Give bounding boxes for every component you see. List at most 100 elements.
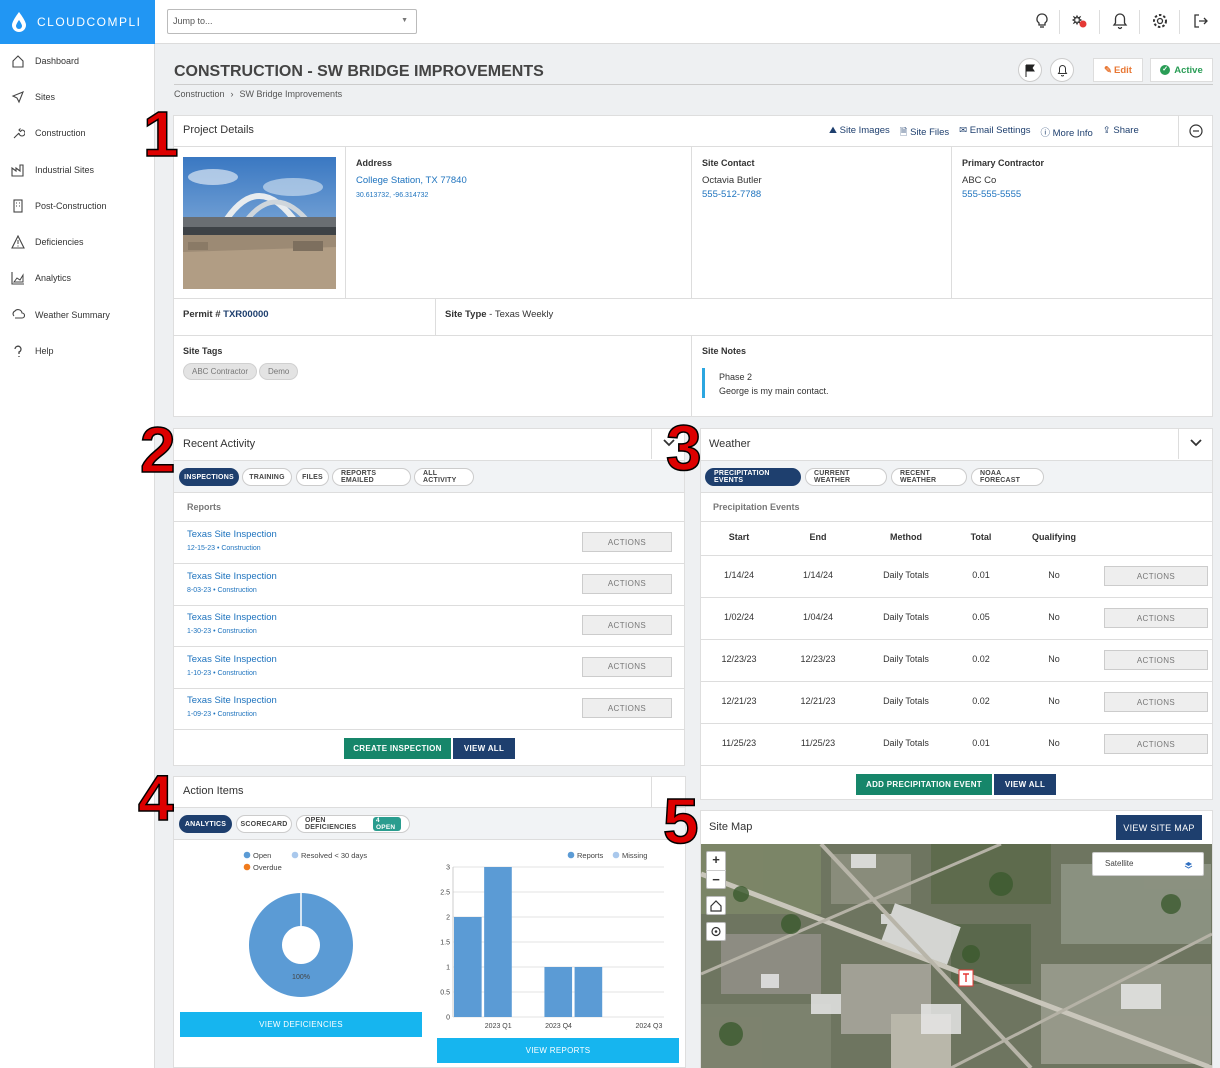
actions-button[interactable]: ACTIONS [582, 656, 672, 677]
tab-precipitation-events[interactable]: PRECIPITATION EVENTS [705, 468, 801, 486]
map-layer-select[interactable]: Satellite [1092, 852, 1204, 876]
actions-button[interactable]: ACTIONS [1104, 692, 1208, 712]
sidebar-item-analytics[interactable]: Analytics [0, 266, 155, 290]
tab-files[interactable]: FILES [296, 468, 329, 486]
actions-button[interactable]: ACTIONS [582, 573, 672, 594]
site-notes-label: Site Notes [702, 346, 747, 356]
bar[interactable] [574, 967, 603, 1017]
share-link[interactable]: ⇪ Share [1103, 125, 1139, 141]
table-cell: 12/23/23 [721, 654, 757, 664]
x-tick-label: 2024 Q3 [635, 1023, 662, 1030]
sidebar-item-construction[interactable]: Construction [0, 121, 155, 145]
inspection-link[interactable]: Texas Site Inspection [187, 529, 277, 540]
site-photo[interactable] [183, 157, 336, 289]
legend-item[interactable]: Open [243, 851, 272, 860]
notify-button[interactable] [1050, 58, 1074, 82]
more-info-link[interactable]: ⓘ More Info [1041, 125, 1093, 141]
site-tag[interactable]: Demo [259, 363, 299, 380]
tab-open-deficiencies[interactable]: OPEN DEFICIENCIES 4 OPEN [296, 815, 410, 833]
sidebar-item-help[interactable]: Help [0, 339, 155, 363]
zoom-out-button[interactable]: − [706, 870, 726, 889]
legend-label: Missing [622, 851, 647, 860]
locate-button[interactable] [706, 922, 726, 941]
actions-button[interactable]: ACTIONS [582, 698, 672, 719]
site-images-link[interactable]: ⛰ Site Images [829, 125, 890, 141]
view-deficiencies-button[interactable]: VIEW DEFICIENCIES [180, 1012, 422, 1037]
lightbulb-icon[interactable] [1033, 12, 1051, 30]
magic-icon[interactable] [1071, 12, 1089, 30]
table-cell: No [1048, 570, 1060, 580]
x-tick-label: 2023 Q1 [485, 1023, 512, 1030]
view-all-inspections-button[interactable]: VIEW ALL [453, 738, 515, 759]
actions-button[interactable]: ACTIONS [582, 615, 672, 636]
legend-item[interactable]: Missing [612, 851, 648, 860]
jump-to-select[interactable]: Jump to... ▼ [167, 9, 417, 34]
expand-button[interactable] [1178, 428, 1213, 459]
legend-item[interactable]: Reports [567, 851, 604, 860]
gear-icon[interactable] [1151, 12, 1169, 30]
contractor-phone[interactable]: 555-555-5555 [962, 189, 1021, 200]
sidebar-item-industrial-sites[interactable]: Industrial Sites [0, 158, 155, 182]
site-tag[interactable]: ABC Contractor [183, 363, 258, 380]
actions-button[interactable]: ACTIONS [1104, 734, 1208, 754]
tab-scorecard[interactable]: SCORECARD [236, 815, 292, 833]
email-settings-link[interactable]: ✉ Email Settings [959, 125, 1030, 141]
tab-recent-weather[interactable]: RECENT WEATHER [891, 468, 967, 486]
brand-logo[interactable]: CLOUDCOMPLI [0, 0, 155, 44]
inspection-link[interactable]: Texas Site Inspection [187, 654, 277, 665]
inspection-link[interactable]: Texas Site Inspection [187, 695, 277, 706]
building-icon [13, 199, 23, 213]
actions-button[interactable]: ACTIONS [1104, 566, 1208, 586]
actions-button[interactable]: ACTIONS [582, 532, 672, 552]
legend-item[interactable]: Resolved < 30 days [291, 851, 368, 860]
view-all-precipitation-button[interactable]: VIEW ALL [994, 774, 1056, 795]
view-reports-button[interactable]: VIEW REPORTS [437, 1038, 679, 1063]
home-button[interactable] [706, 896, 726, 915]
flag-button[interactable] [1018, 58, 1042, 82]
bar[interactable] [454, 917, 482, 1017]
inspection-meta: 1-10-23 • Construction [187, 669, 257, 677]
sidebar-item-weather-summary[interactable]: Weather Summary [0, 303, 155, 327]
sidebar-item-sites[interactable]: Sites [0, 85, 155, 109]
tab-inspections[interactable]: INSPECTIONS [179, 468, 239, 486]
actions-button[interactable]: ACTIONS [1104, 608, 1208, 628]
address-link[interactable]: College Station, TX 77840 [356, 175, 467, 186]
y-tick-label: 2.5 [440, 890, 450, 897]
tab-reports-emailed[interactable]: REPORTS EMAILED [332, 468, 411, 486]
sidebar-item-deficiencies[interactable]: Deficiencies [0, 230, 155, 254]
collapse-button[interactable] [1178, 115, 1213, 147]
create-inspection-button[interactable]: CREATE INSPECTION [344, 738, 451, 759]
breadcrumb-link[interactable]: Construction [174, 89, 225, 99]
actions-button[interactable]: ACTIONS [1104, 650, 1208, 670]
tab-all-activity[interactable]: ALL ACTIVITY [414, 468, 474, 486]
inspection-link[interactable]: Texas Site Inspection [187, 612, 277, 623]
column-header: Total [970, 532, 992, 542]
permit-link[interactable]: TXR00000 [223, 309, 268, 320]
view-site-map-button[interactable]: VIEW SITE MAP [1116, 815, 1202, 840]
sidebar-item-dashboard[interactable]: Dashboard [0, 49, 155, 73]
edit-icon: ✎ [1104, 64, 1112, 76]
tab-current-weather[interactable]: CURRENT WEATHER [805, 468, 887, 486]
tab-training[interactable]: TRAINING [242, 468, 292, 486]
site-contact-phone[interactable]: 555-512-7788 [702, 189, 761, 200]
tab-noaa-forecast[interactable]: NOAA FORECAST [971, 468, 1044, 486]
add-precipitation-event-button[interactable]: ADD PRECIPITATION EVENT [856, 774, 992, 795]
logout-icon[interactable] [1192, 12, 1210, 30]
legend-item[interactable]: Overdue [243, 863, 282, 872]
bar[interactable] [484, 867, 512, 1017]
bar[interactable] [544, 967, 573, 1017]
status-badge[interactable]: ✓ Active [1150, 58, 1213, 82]
sidebar-item-post-construction[interactable]: Post-Construction [0, 194, 155, 218]
site-files-link[interactable]: 🗎 Site Files [900, 125, 949, 141]
y-tick-label: 0 [446, 1015, 450, 1022]
inspection-link[interactable]: Texas Site Inspection [187, 571, 277, 582]
table-cell: No [1048, 738, 1060, 748]
satellite-map[interactable] [701, 844, 1212, 1068]
layers-icon [1184, 862, 1193, 869]
coords-link[interactable]: 30.613732, -96.314732 [356, 192, 428, 199]
edit-button[interactable]: ✎ Edit [1093, 58, 1143, 82]
tab-analytics[interactable]: ANALYTICS [179, 815, 232, 833]
table-cell: 1/04/24 [802, 612, 834, 622]
zoom-in-button[interactable]: + [706, 851, 726, 870]
bell-icon[interactable] [1111, 12, 1129, 30]
